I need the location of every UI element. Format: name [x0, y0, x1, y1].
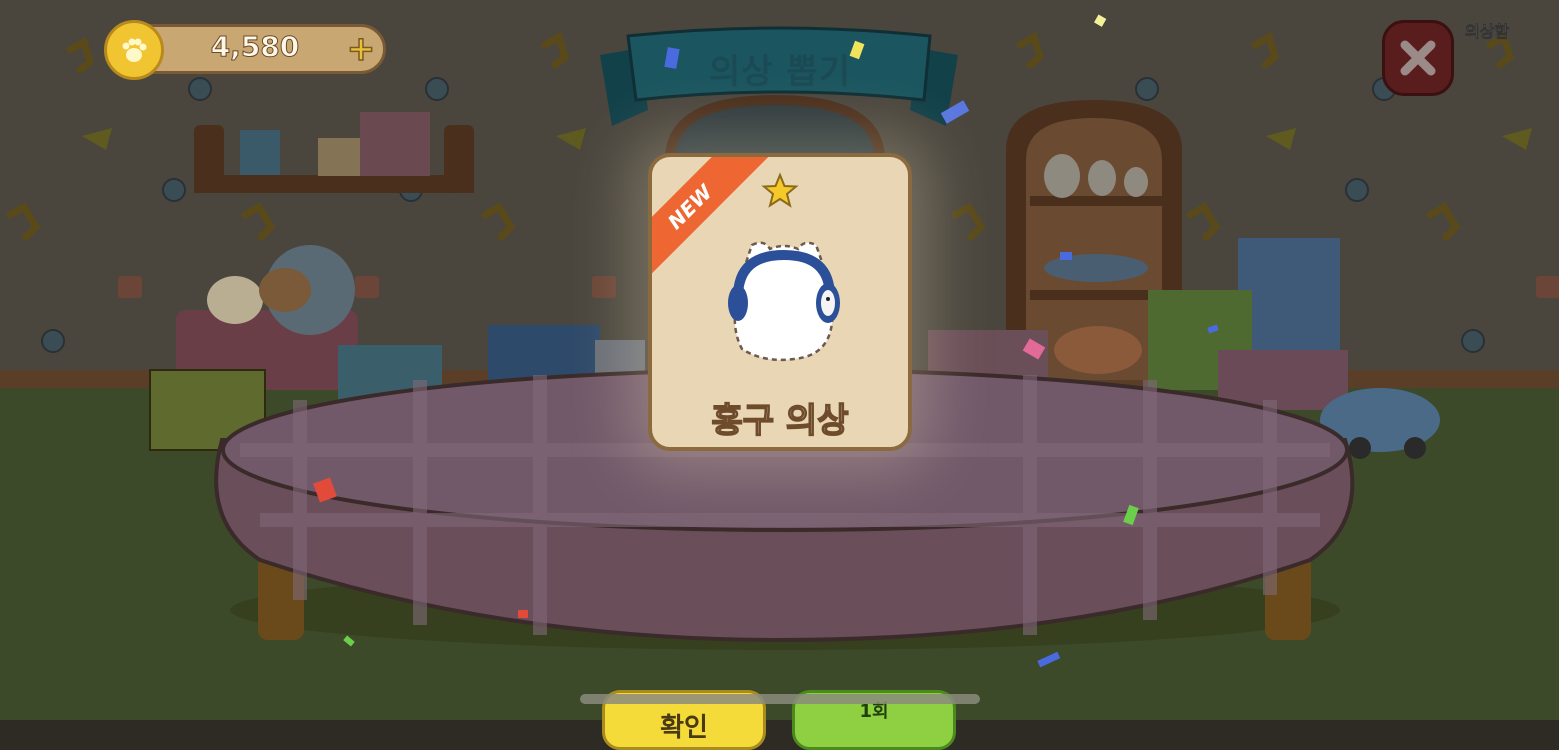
paw-icon — [122, 38, 147, 62]
item-name: 홍구 의상 — [711, 400, 849, 442]
close-icon — [1400, 40, 1436, 76]
star-icon — [761, 172, 799, 208]
confirm-button-label: 확인 — [660, 713, 708, 743]
close-button[interactable] — [1382, 20, 1454, 96]
paw-coin-icon — [104, 20, 164, 80]
coin-amount: 4,580 — [210, 30, 300, 64]
plus-icon[interactable]: + — [344, 31, 378, 67]
reward-card[interactable]: NEW 홍구 의상 — [648, 153, 912, 451]
headphones-costume-icon — [728, 241, 840, 362]
page-title: 의상 뽑기 — [709, 52, 851, 92]
wardrobe-button-label[interactable]: 의상함 — [1450, 18, 1524, 42]
home-indicator-bar — [580, 694, 980, 704]
